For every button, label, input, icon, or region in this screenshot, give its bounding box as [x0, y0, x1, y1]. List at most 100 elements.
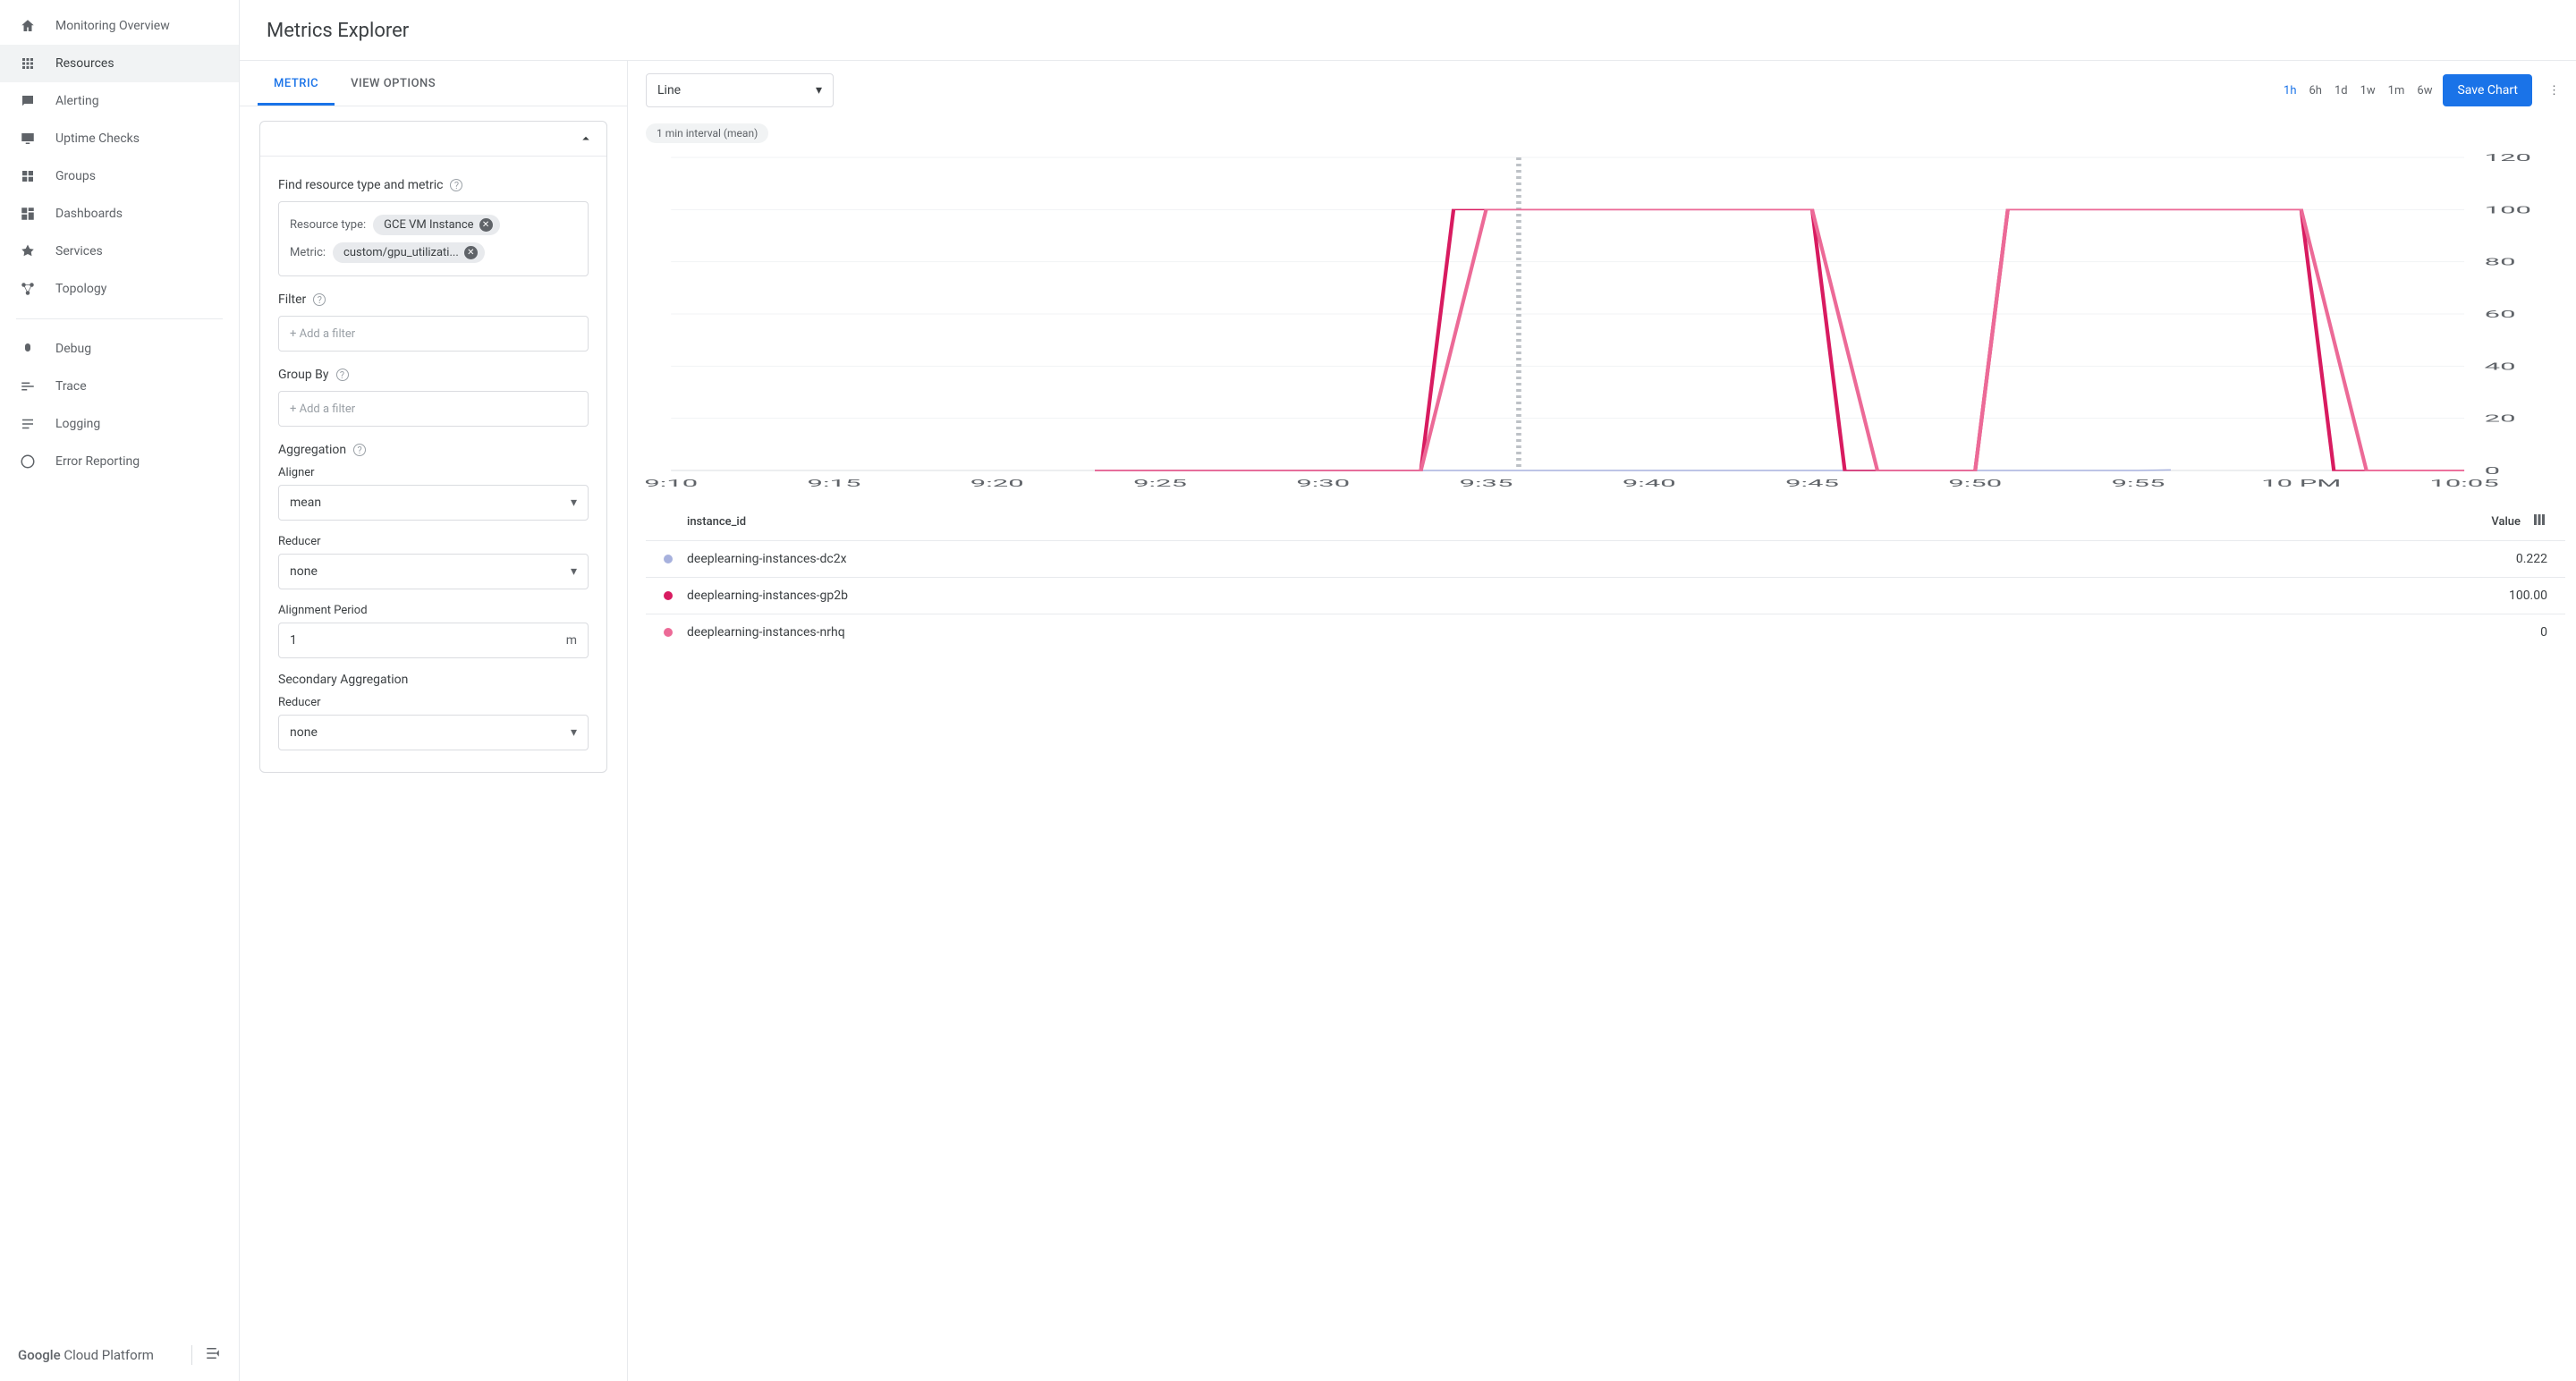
services-icon — [20, 243, 55, 259]
titlebar: Metrics Explorer — [240, 0, 2576, 60]
sidebar-item-uptime-checks[interactable]: Uptime Checks — [0, 120, 239, 157]
dashboard-icon — [20, 206, 55, 222]
sidebar-item-label: Alerting — [55, 94, 99, 108]
sidebar-item-label: Debug — [55, 342, 91, 356]
metric-card: Find resource type and metric ? Resource… — [259, 121, 607, 773]
groupby-title: Group By — [278, 368, 329, 382]
reducer-label: Reducer — [278, 535, 589, 548]
legend-row[interactable]: deeplearning-instances-dc2x0.222 — [646, 540, 2565, 577]
chart-type-select[interactable]: Line ▾ — [646, 73, 834, 107]
legend-row[interactable]: deeplearning-instances-gp2b100.00 — [646, 577, 2565, 614]
aligner-select[interactable]: mean ▾ — [278, 485, 589, 521]
time-range-1m[interactable]: 1m — [2388, 84, 2405, 97]
sidebar-item-label: Dashboards — [55, 207, 123, 221]
secondary-reducer-label: Reducer — [278, 696, 589, 709]
secondary-reducer-select[interactable]: none ▾ — [278, 715, 589, 750]
logging-icon — [20, 416, 55, 432]
svg-text:40: 40 — [2485, 360, 2516, 372]
remove-resource-icon[interactable]: ✕ — [479, 218, 493, 232]
tab-view-options[interactable]: VIEW OPTIONS — [335, 61, 452, 106]
topology-icon — [20, 281, 55, 297]
collapse-sidebar-icon[interactable] — [191, 1345, 221, 1365]
save-chart-button[interactable]: Save Chart — [2443, 74, 2532, 106]
series-line — [1095, 209, 2464, 470]
svg-text:20: 20 — [2485, 412, 2516, 424]
legend-value: 0.222 — [2516, 552, 2547, 566]
help-icon[interactable]: ? — [313, 293, 326, 306]
series-dot-icon — [664, 591, 673, 600]
sidebar-item-monitoring-overview[interactable]: Monitoring Overview — [0, 7, 239, 45]
sidebar-item-label: Logging — [55, 417, 100, 431]
reducer-select[interactable]: none ▾ — [278, 554, 589, 589]
svg-text:9:15: 9:15 — [808, 478, 861, 489]
sidebar-item-debug[interactable]: Debug — [0, 330, 239, 368]
sidebar-item-label: Topology — [55, 282, 106, 296]
sidebar-item-error-reporting[interactable]: Error Reporting — [0, 443, 239, 480]
svg-text:120: 120 — [2485, 152, 2531, 164]
legend-instance-name: deeplearning-instances-dc2x — [687, 552, 2516, 566]
caret-down-icon: ▾ — [816, 83, 822, 97]
resource-type-chip[interactable]: GCE VM Instance ✕ — [373, 215, 499, 235]
sidebar-item-label: Uptime Checks — [55, 131, 140, 146]
legend-instance-name: deeplearning-instances-gp2b — [687, 589, 2509, 603]
help-icon[interactable]: ? — [336, 369, 349, 381]
time-range-1h[interactable]: 1h — [2284, 84, 2296, 97]
svg-text:9:10: 9:10 — [646, 478, 698, 489]
sidebar-item-services[interactable]: Services — [0, 233, 239, 270]
legend-value: 0 — [2540, 625, 2547, 640]
chart-panel: Line ▾ 1h6h1d1w1m6w Save Chart ⋮ 1 min i… — [628, 61, 2576, 1381]
find-title: Find resource type and metric — [278, 178, 443, 192]
svg-text:10 PM: 10 PM — [2261, 478, 2341, 489]
filter-title: Filter — [278, 292, 306, 307]
sidebar-item-resources[interactable]: Resources — [0, 45, 239, 82]
sidebar-item-logging[interactable]: Logging — [0, 405, 239, 443]
svg-text:9:25: 9:25 — [1133, 478, 1187, 489]
trace-icon — [20, 378, 55, 394]
series-dot-icon — [664, 628, 673, 637]
time-range-6h[interactable]: 6h — [2309, 84, 2321, 97]
error-icon — [20, 453, 55, 470]
sidebar-item-dashboards[interactable]: Dashboards — [0, 195, 239, 233]
sidebar-footer: Google Cloud Platform — [0, 1329, 239, 1381]
filter-input[interactable]: + Add a filter — [278, 316, 589, 352]
sidebar-item-groups[interactable]: Groups — [0, 157, 239, 195]
time-range-1d[interactable]: 1d — [2334, 84, 2348, 97]
help-icon[interactable]: ? — [353, 444, 366, 456]
time-range-6w[interactable]: 6w — [2417, 84, 2432, 97]
columns-icon[interactable] — [2531, 512, 2547, 531]
chevron-up-icon — [578, 131, 594, 147]
legend-instance-name: deeplearning-instances-nrhq — [687, 625, 2540, 640]
sidebar-item-label: Monitoring Overview — [55, 19, 170, 33]
tab-metric[interactable]: METRIC — [258, 61, 335, 106]
caret-down-icon: ▾ — [571, 725, 577, 740]
alignment-period-input[interactable]: 1 m — [278, 623, 589, 658]
chat-icon — [20, 93, 55, 109]
chart-area[interactable]: 0204060801001209:109:159:209:259:309:359… — [646, 152, 2565, 492]
sidebar-divider — [16, 318, 223, 319]
svg-text:0: 0 — [2485, 465, 2500, 477]
svg-text:9:35: 9:35 — [1460, 478, 1513, 489]
sidebar-item-alerting[interactable]: Alerting — [0, 82, 239, 120]
groupby-input[interactable]: + Add a filter — [278, 391, 589, 427]
page-title: Metrics Explorer — [267, 20, 2549, 42]
remove-metric-icon[interactable]: ✕ — [464, 246, 478, 259]
chart-toolbar: Line ▾ 1h 6h 1d 1w 1m 6w Save Chart ⋮ — [639, 61, 2576, 120]
series-line — [1095, 209, 2464, 470]
sidebar-item-trace[interactable]: Trace — [0, 368, 239, 405]
svg-text:60: 60 — [2485, 309, 2516, 320]
legend-row[interactable]: deeplearning-instances-nrhq0 — [646, 614, 2565, 650]
metric-chip[interactable]: custom/gpu_utilizati... ✕ — [333, 242, 485, 263]
svg-text:9:20: 9:20 — [970, 478, 1024, 489]
sidebar-item-label: Resources — [55, 56, 114, 71]
sidebar-item-label: Groups — [55, 169, 96, 183]
help-icon[interactable]: ? — [450, 179, 462, 191]
sidebar-item-topology[interactable]: Topology — [0, 270, 239, 308]
resource-metric-box[interactable]: Resource type: GCE VM Instance ✕ Metric: — [278, 201, 589, 276]
card-collapse-toggle[interactable] — [260, 122, 606, 157]
brand-label: Google Cloud Platform — [18, 1347, 154, 1363]
legend-id-header: instance_id — [664, 515, 2491, 529]
screen-icon — [20, 131, 55, 147]
caret-down-icon: ▾ — [571, 496, 577, 510]
more-menu-icon[interactable]: ⋮ — [2543, 84, 2565, 97]
time-range-1w[interactable]: 1w — [2360, 84, 2376, 97]
